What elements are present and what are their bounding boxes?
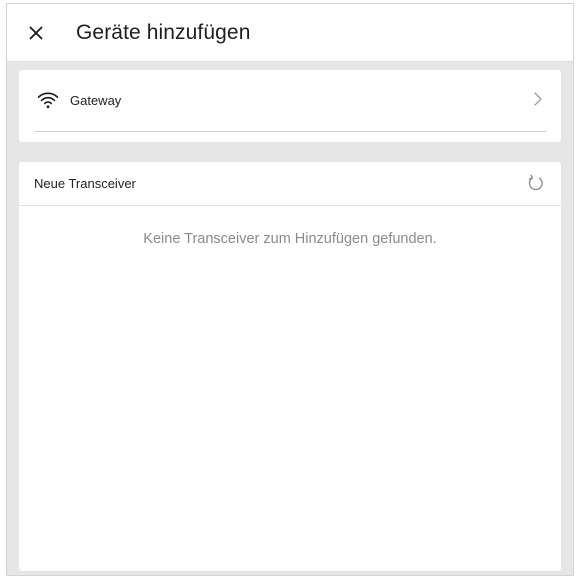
close-icon xyxy=(29,26,43,39)
chevron-right-icon xyxy=(534,92,542,106)
refresh-icon[interactable] xyxy=(527,174,545,192)
dialog: Geräte hinzufügen Gateway Neue Transceiv… xyxy=(6,3,574,576)
gateway-label: Gateway xyxy=(70,92,122,108)
divider xyxy=(34,131,546,132)
gateway-item[interactable]: Gateway xyxy=(19,70,561,130)
transceiver-card: Neue Transceiver Keine Transceiver zum H… xyxy=(19,162,561,571)
close-button[interactable] xyxy=(26,23,46,43)
wifi-icon xyxy=(36,90,60,110)
dialog-header: Geräte hinzufügen xyxy=(7,4,573,62)
empty-state-message: Keine Transceiver zum Hinzufügen gefunde… xyxy=(143,231,437,247)
transceiver-header: Neue Transceiver xyxy=(19,162,561,206)
transceiver-title: Neue Transceiver xyxy=(34,176,136,191)
gateway-card: Gateway xyxy=(19,70,561,142)
page-title: Geräte hinzufügen xyxy=(76,20,251,44)
